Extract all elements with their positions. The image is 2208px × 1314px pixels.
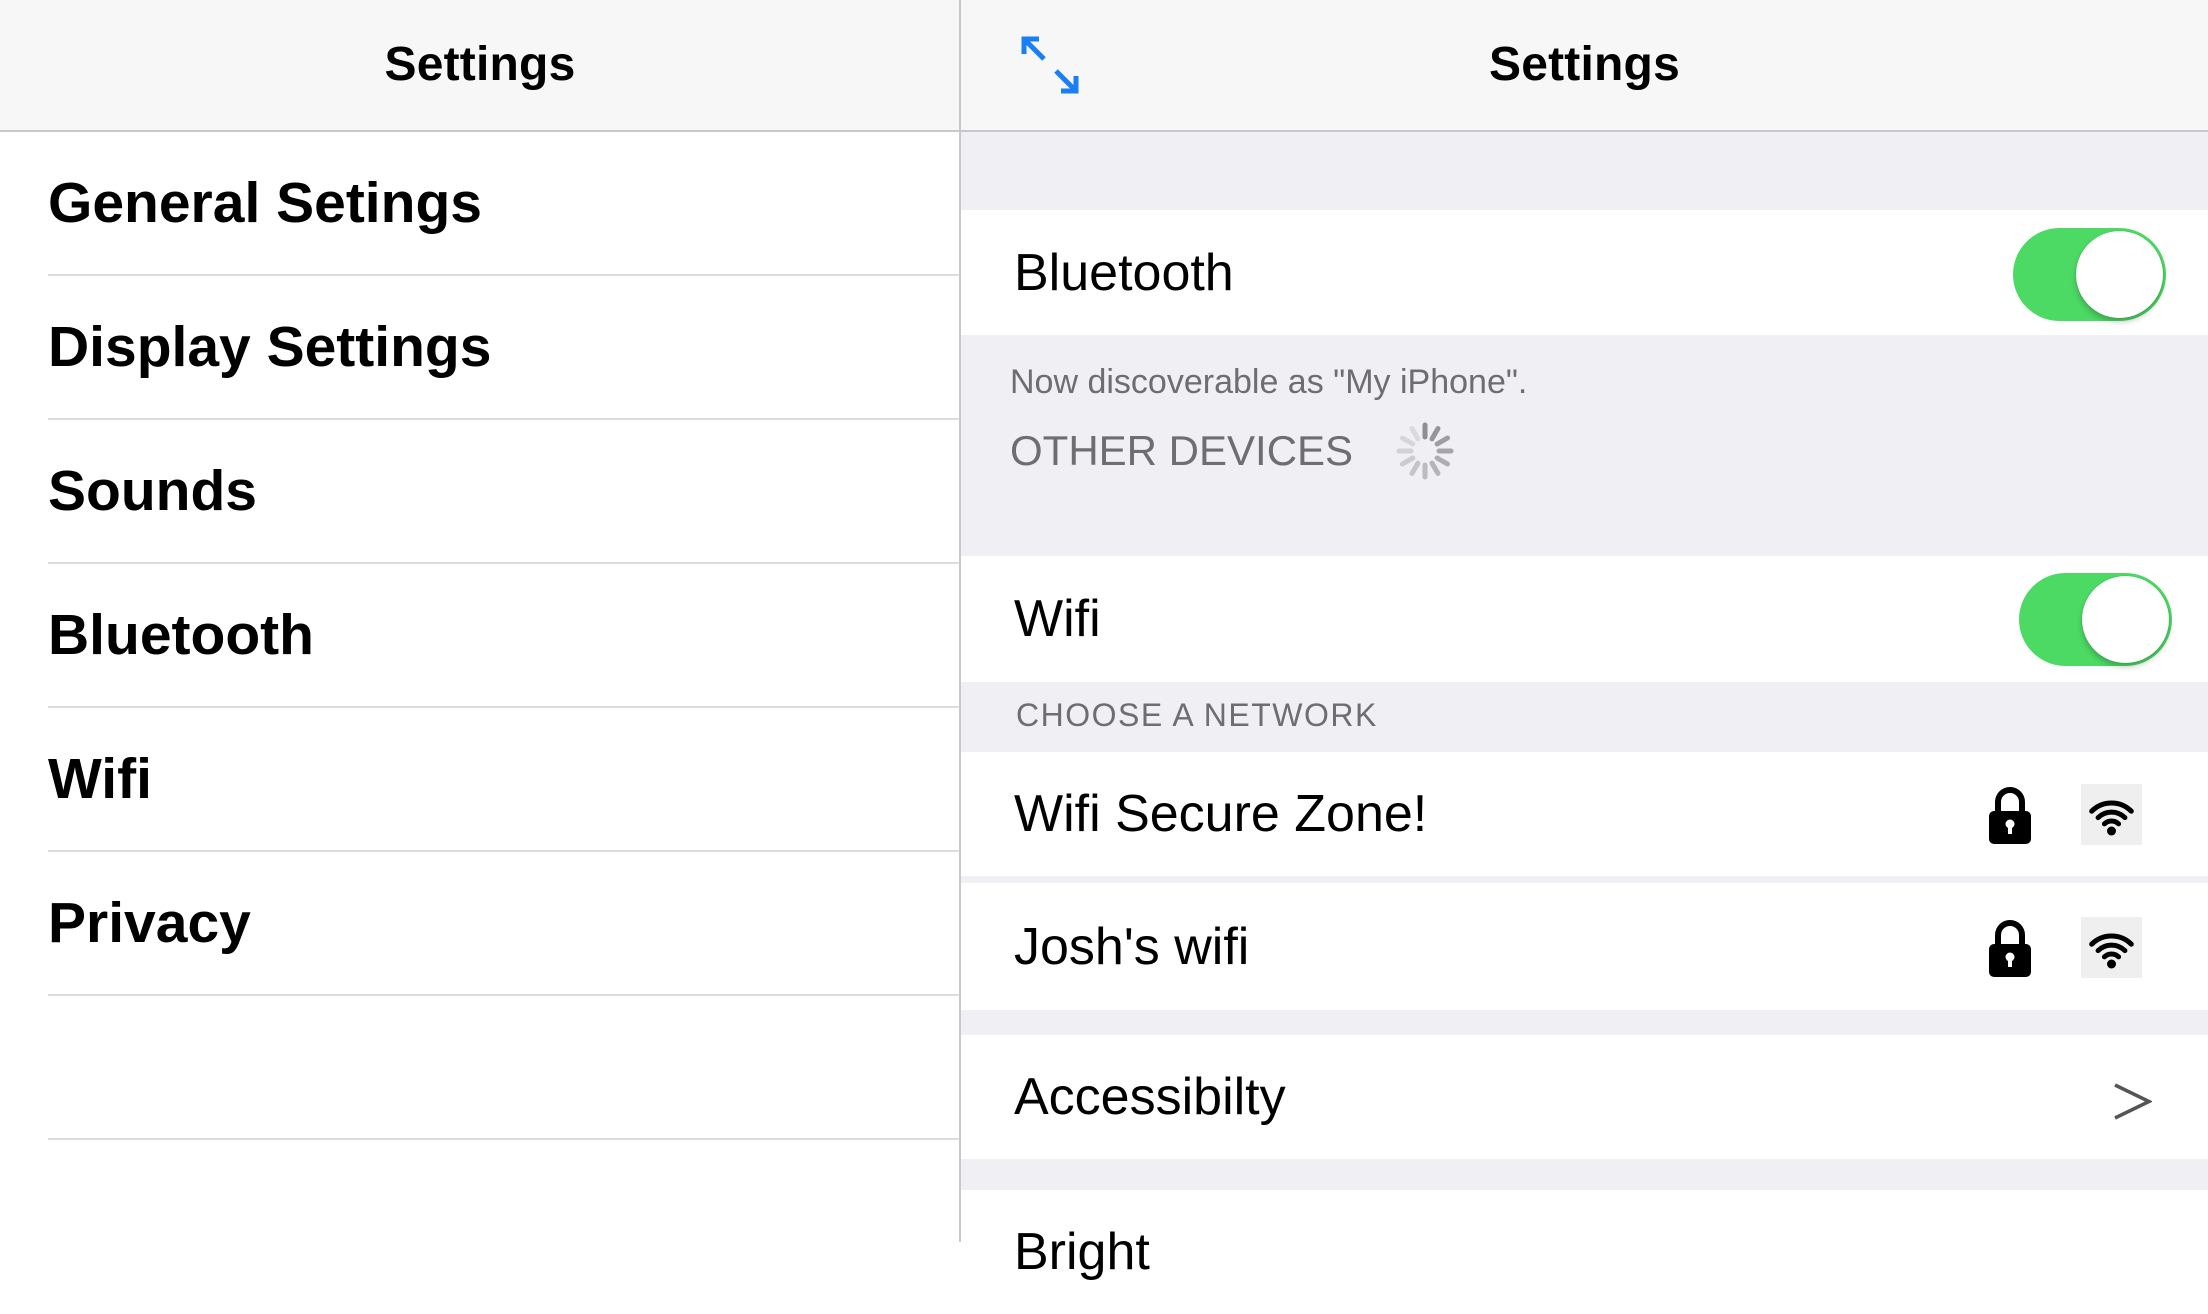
wifi-signal-icon — [2081, 784, 2142, 845]
master-item-label: Wifi — [48, 747, 152, 811]
accessibility-label: Accessibilty — [1014, 1068, 1286, 1126]
chevron-right-icon — [2112, 1081, 2152, 1122]
wifi-label: Wifi — [1014, 590, 1101, 648]
next-settings-label: Bright — [1014, 1223, 1150, 1281]
master-item-wifi[interactable]: Wifi — [0, 708, 960, 852]
lock-icon — [1987, 917, 2033, 978]
network-name: Josh's wifi — [1014, 917, 1250, 976]
master-item-label: Bluetooth — [48, 603, 314, 667]
wifi-toggle[interactable] — [2019, 573, 2172, 666]
master-item-label: General Setings — [48, 171, 482, 235]
other-devices-header: OTHER DEVICES — [1010, 427, 1354, 474]
expand-icon[interactable] — [1019, 34, 1081, 96]
wifi-signal-icon — [2081, 917, 2142, 978]
choose-network-header: CHOOSE A NETWORK — [1016, 697, 1378, 733]
network-name: Wifi Secure Zone! — [1014, 785, 1428, 843]
detail-title: Settings — [1489, 38, 1680, 91]
master-item-label: Privacy — [48, 891, 251, 955]
toggle-knob — [2082, 576, 2169, 663]
master-pane: Settings General Setings Display Setting… — [0, 0, 960, 1242]
master-nav-bar: Settings — [0, 0, 960, 132]
activity-spinner-icon — [1394, 420, 1456, 482]
master-empty-row — [0, 996, 960, 1140]
lock-icon — [1987, 784, 2033, 845]
master-item-bluetooth[interactable]: Bluetooth — [0, 564, 960, 708]
toggle-knob — [2076, 231, 2163, 318]
master-item-label: Display Settings — [48, 315, 492, 379]
master-item-general-settings[interactable]: General Setings — [0, 132, 960, 276]
next-settings-cell[interactable]: Bright — [961, 1190, 2208, 1314]
master-item-display-settings[interactable]: Display Settings — [0, 276, 960, 420]
bluetooth-toggle[interactable] — [2013, 228, 2166, 321]
master-item-label: Sounds — [48, 459, 257, 523]
bluetooth-label: Bluetooth — [1014, 243, 1234, 302]
master-item-sounds[interactable]: Sounds — [0, 420, 960, 564]
bluetooth-discoverable-text: Now discoverable as "My iPhone". — [1010, 363, 1528, 401]
master-title: Settings — [384, 38, 576, 91]
master-item-privacy[interactable]: Privacy — [0, 852, 960, 996]
accessibility-cell[interactable]: Accessibilty — [961, 1035, 2208, 1159]
detail-nav-bar: Settings — [961, 0, 2208, 132]
